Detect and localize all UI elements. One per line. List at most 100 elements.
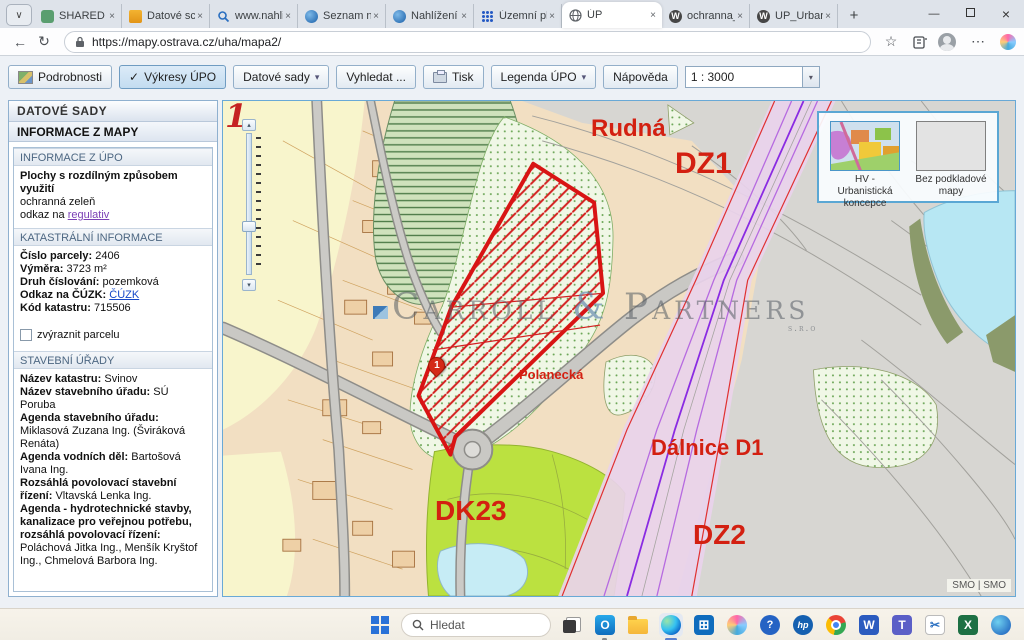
cuzk-link[interactable]: ČÚZK [109,289,139,301]
printer-icon [433,72,447,83]
restore-button[interactable] [952,8,988,20]
zoom-out-icon[interactable]: ▾ [242,279,256,291]
tab-datove-schranky[interactable]: Datové schrán × [122,4,210,28]
microsoft-store-icon[interactable]: ⊞ [692,613,716,637]
close-icon[interactable]: × [823,11,833,22]
chevron-down-icon: ▾ [582,72,587,83]
upo-usage-value: ochranná zeleň [20,196,206,209]
zoom-track[interactable] [246,133,252,275]
tab-up-active[interactable]: ÚP × [562,2,662,28]
close-icon[interactable]: × [648,10,658,21]
highlight-parcel-checkbox[interactable] [20,329,32,341]
section-header-upo: INFORMACE Z ÚPO [14,148,212,166]
screen: ∨ SHARED LIST × Datové schrán × www.nahl… [0,0,1024,640]
tisk-button[interactable]: Tisk [423,65,484,89]
scale-combobox: ▾ [685,66,820,88]
basemap-option-none[interactable]: Bez podkladové mapy [913,121,989,193]
tab-nahlizeni[interactable]: www.nahlizen × [210,4,298,28]
section-header-urady: STAVEBNÍ ÚŘADY [14,351,212,369]
legenda-upo-button[interactable]: Legenda ÚPO ▾ [491,65,597,89]
map-zoom-slider[interactable]: ▴ ▾ [239,119,265,291]
street-label-polanecka: Polanecká [519,367,583,382]
close-icon[interactable]: × [735,11,745,22]
map-viewport[interactable]: 1 ▴ ▾ [222,100,1016,597]
tab-nahlizeni-kn[interactable]: Nahlížení do k × [386,4,474,28]
hp-icon[interactable]: hp [791,613,815,637]
close-icon[interactable]: × [195,11,205,22]
napoveda-button[interactable]: Nápověda [603,65,678,89]
basemap-option-hv[interactable]: HV - Urbanistická koncepce [827,121,903,193]
upo-usage-title: Plochy s rozdílným způsobem využití [20,170,178,195]
get-help-icon[interactable]: ? [758,613,782,637]
katastr-info: Číslo parcely: 2406 Výměra: 3723 m² Druh… [14,246,212,321]
tab-ochranna-zelen[interactable]: W ochranna_zele × [662,4,750,28]
new-tab-button[interactable]: + [842,4,866,26]
address-bar: ← ↻ https://mapy.ostrava.cz/uha/mapa2/ ☆… [0,28,1024,56]
back-icon[interactable]: ← [8,34,32,50]
outlook-icon[interactable]: O [593,613,617,637]
file-explorer-icon[interactable] [626,613,650,637]
road-label-rudna: Rudná [591,115,666,143]
regulativ-link[interactable]: regulativ [68,209,110,221]
list-icon [41,10,54,23]
wordpress-icon: W [757,10,770,23]
zone-label-dz2: DZ2 [693,519,746,551]
datove-sady-button[interactable]: Datové sady ▾ [233,65,329,89]
map-attribution: SMO | SMO [947,579,1011,592]
globe-icon [569,9,582,22]
tab-shared-list[interactable]: SHARED LIST × [34,4,122,28]
sidebar-subtitle: INFORMACE Z MAPY [9,122,217,142]
collections-icon[interactable] [913,35,928,49]
excel-icon[interactable]: X [956,613,980,637]
windows-taskbar: Hledat O ⊞ ? hp W T ✂ X A ∧ ☁ ↻ [0,608,1024,640]
zoom-in-icon[interactable]: ▴ [242,119,256,131]
close-icon[interactable]: × [459,11,469,22]
road-label-dalnice-d1: Dálnice D1 [651,435,764,461]
task-view-button[interactable] [560,613,584,637]
checkbox-label: zvýraznit parcelu [37,329,120,341]
chrome-icon[interactable] [824,613,848,637]
close-icon[interactable]: × [283,11,293,22]
profile-avatar[interactable] [938,33,956,51]
refresh-icon[interactable]: ↻ [32,33,56,50]
watermark: Carroll & Partners s.r.o [373,287,809,328]
tab-uzemni-plan[interactable]: Územní plán ( × [474,4,562,28]
basemap-thumbnail-none[interactable] [916,121,986,171]
taskbar-search[interactable]: Hledat [401,613,551,637]
close-icon[interactable]: × [547,11,557,22]
scale-dropdown-icon[interactable]: ▾ [803,66,820,88]
vyhledat-button[interactable]: Vyhledat ... [336,65,416,89]
snipping-tool-icon[interactable]: ✂ [923,613,947,637]
tab-up-urbanismus[interactable]: W UP_Urbanism × [750,4,838,28]
scale-input[interactable] [685,66,803,88]
podrobnosti-button[interactable]: Podrobnosti [8,65,112,89]
wordpress-icon: W [669,10,682,23]
favorite-star-icon[interactable]: ☆ [879,33,903,50]
tab-search-chevron-icon[interactable]: ∨ [6,4,32,26]
zoom-ticks [256,137,261,271]
envelope-icon [129,10,142,23]
close-window-button[interactable]: × [988,6,1024,22]
photos-app-icon[interactable] [989,613,1013,637]
zoom-thumb[interactable] [242,221,256,232]
copilot-icon[interactable] [1000,34,1016,50]
window-controls: — × [916,0,1024,28]
copilot-icon[interactable] [725,613,749,637]
watermark-logo-icon [373,306,388,319]
details-map-icon [18,71,33,84]
word-icon[interactable]: W [857,613,881,637]
tab-seznam-nemovitosti[interactable]: Seznam nemo × [298,4,386,28]
chevron-down-icon: ▾ [315,72,320,83]
check-icon: ✓ [129,70,139,84]
close-icon[interactable]: × [107,11,117,22]
basemap-thumbnail-hv[interactable] [830,121,900,171]
vykresy-upo-button[interactable]: ✓ Výkresy ÚPO [119,65,226,89]
edge-icon[interactable] [659,613,683,637]
browser-tabstrip: ∨ SHARED LIST × Datové schrán × www.nahl… [0,0,1024,28]
teams-icon[interactable]: T [890,613,914,637]
minimize-button[interactable]: — [916,8,952,20]
url-field[interactable]: https://mapy.ostrava.cz/uha/mapa2/ [64,31,871,53]
more-menu-icon[interactable]: ⋯ [966,33,990,50]
start-button[interactable] [368,613,392,637]
close-icon[interactable]: × [371,11,381,22]
